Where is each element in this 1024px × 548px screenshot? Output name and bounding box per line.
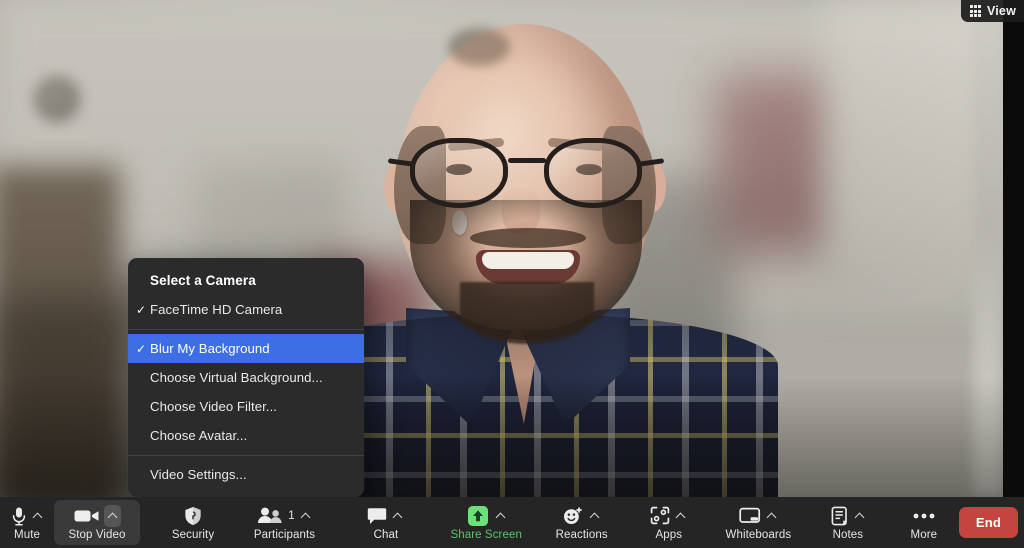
toolbar-button-chat[interactable]: Chat	[359, 500, 413, 545]
toolbar-label: Mute	[14, 529, 40, 541]
menu-item-label: Video Settings...	[150, 467, 247, 482]
toolbar-button-notes[interactable]: Notes	[821, 500, 875, 545]
toolbar-button-security[interactable]: Security	[166, 500, 220, 545]
end-meeting-button[interactable]: End	[959, 507, 1018, 538]
hair-top	[448, 28, 510, 66]
people-icon	[257, 507, 283, 524]
toolbar-label: Stop Video	[68, 529, 125, 541]
teeth	[482, 252, 574, 269]
chevron-up-icon[interactable]	[588, 509, 601, 522]
menu-item-facetime-hd-camera[interactable]: ✓ FaceTime HD Camera	[128, 295, 364, 324]
menu-title: Select a Camera	[128, 264, 364, 295]
menu-item-choose-avatar[interactable]: Choose Avatar...	[128, 421, 364, 450]
toolbar-label: Whiteboards	[726, 529, 792, 541]
menu-item-label: Choose Virtual Background...	[150, 370, 323, 385]
chat-bubble-icon	[367, 507, 387, 525]
chin-beard	[460, 282, 594, 344]
lens-right	[544, 138, 642, 208]
select-camera-menu[interactable]: Select a Camera ✓ FaceTime HD Camera ✓ B…	[128, 258, 364, 497]
menu-item-label: Choose Avatar...	[150, 428, 247, 443]
menu-item-label: FaceTime HD Camera	[150, 302, 282, 317]
toolbar-label: Apps	[656, 529, 683, 541]
mustache	[470, 228, 586, 248]
menu-item-label: Choose Video Filter...	[150, 399, 277, 414]
chevron-up-icon[interactable]	[853, 509, 866, 522]
meeting-toolbar: Mute Stop Video Security	[0, 497, 1024, 548]
check-icon: ✓	[134, 343, 148, 355]
check-icon: ✓	[134, 304, 148, 316]
video-camera-icon	[74, 508, 100, 524]
chevron-up-icon[interactable]	[494, 509, 507, 522]
lens-left	[410, 138, 508, 208]
toolbar-label: More	[911, 529, 938, 541]
toolbar-label: Reactions	[556, 529, 608, 541]
reactions-smiley-icon	[562, 506, 584, 526]
menu-item-label: Blur My Background	[150, 341, 270, 356]
menu-separator	[128, 329, 364, 330]
toolbar-button-more[interactable]: More	[897, 500, 951, 545]
chevron-up-icon[interactable]	[299, 509, 312, 522]
chevron-up-icon[interactable]	[391, 509, 404, 522]
notes-icon	[830, 506, 849, 526]
toolbar-button-share-screen[interactable]: Share Screen	[447, 500, 525, 545]
menu-item-choose-virtual-background[interactable]: Choose Virtual Background...	[128, 363, 364, 392]
microphone-icon	[11, 506, 27, 526]
eyeglasses	[410, 138, 642, 210]
menu-item-blur-my-background[interactable]: ✓ Blur My Background	[128, 334, 364, 363]
toolbar-label: Notes	[833, 529, 864, 541]
toolbar-label: Security	[172, 529, 214, 541]
whiteboard-icon	[739, 507, 761, 525]
participants-count: 1	[288, 510, 294, 522]
toolbar-button-stop-video[interactable]: Stop Video	[54, 500, 140, 545]
toolbar-button-reactions[interactable]: Reactions	[551, 500, 611, 545]
toolbar-button-whiteboards[interactable]: Whiteboards	[722, 500, 795, 545]
toolbar-button-mute[interactable]: Mute	[0, 500, 54, 545]
view-button[interactable]: View	[961, 0, 1024, 22]
toolbar-label: Participants	[254, 529, 315, 541]
apps-icon	[650, 506, 670, 525]
glasses-bridge	[508, 158, 546, 163]
toolbar-label: Chat	[374, 529, 399, 541]
chevron-up-icon[interactable]	[674, 509, 687, 522]
menu-item-video-settings[interactable]: Video Settings...	[128, 460, 364, 489]
share-screen-icon	[466, 505, 490, 527]
grid-icon	[970, 5, 981, 16]
toolbar-button-participants[interactable]: 1 Participants	[250, 500, 319, 545]
mouth	[476, 250, 580, 284]
menu-separator	[128, 455, 364, 456]
menu-item-choose-video-filter[interactable]: Choose Video Filter...	[128, 392, 364, 421]
chevron-up-icon[interactable]	[31, 509, 44, 522]
view-button-label: View	[987, 4, 1016, 18]
toolbar-label: Share Screen	[450, 529, 522, 541]
chevron-up-icon[interactable]	[765, 509, 778, 522]
ellipsis-icon	[913, 513, 935, 519]
toolbar-button-apps[interactable]: Apps	[642, 500, 696, 545]
background-clock	[34, 76, 80, 122]
zoom-meeting-window: View Select a Camera ✓ FaceTime HD Camer…	[0, 0, 1024, 548]
shield-icon	[184, 506, 202, 526]
chevron-up-icon[interactable]	[104, 505, 121, 527]
